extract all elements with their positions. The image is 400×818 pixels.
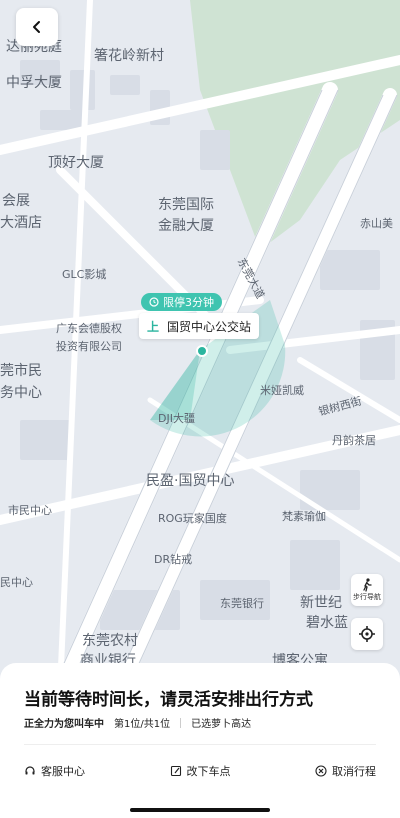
separator xyxy=(24,744,376,745)
map-label: 新世纪 xyxy=(300,595,342,611)
dispatch-status: 正全力为您叫车中 xyxy=(24,719,104,730)
back-button[interactable] xyxy=(16,8,58,46)
pickup-pin xyxy=(196,345,208,357)
dispatch-status-row: 正全力为您叫车中 第1位/共1位 已选萝卜高达 xyxy=(24,715,251,730)
map-label: 中孚大厦 xyxy=(6,75,62,91)
wait-limit-text: 限停3分钟 xyxy=(163,296,214,309)
cancel-icon xyxy=(315,765,327,777)
change-pickup-button[interactable]: 改下车点 xyxy=(170,763,231,779)
map-label: DR钻戒 xyxy=(154,553,193,566)
map-label: 梵素瑜伽 xyxy=(282,510,326,523)
map-label: 顶好大厦 xyxy=(48,155,104,171)
map-label: 箸花岭新村 xyxy=(94,48,164,64)
home-indicator xyxy=(130,808,270,812)
map-label: ROG玩家国度 xyxy=(158,512,227,525)
map-label: 大酒店 xyxy=(0,215,42,231)
map-label: DJI大疆 xyxy=(158,412,195,425)
queue-position: 第1位/共1位 xyxy=(114,719,171,730)
map-label: 碧水蓝 xyxy=(306,615,348,631)
map-label: 莞市民 xyxy=(0,363,42,379)
pickup-point-card[interactable]: 上 国贸中心公交站 xyxy=(139,313,260,339)
map-label: 金融大厦 xyxy=(158,218,214,234)
clock-icon xyxy=(149,297,159,307)
locate-icon xyxy=(359,626,375,642)
map-label: 东莞农村 xyxy=(82,633,138,649)
map-label: 务中心 xyxy=(0,385,42,401)
selected-vehicle: 已选萝卜高达 xyxy=(191,719,252,730)
map-label: 会展 xyxy=(2,193,30,209)
map-label: 东莞国际 xyxy=(158,197,214,213)
divider xyxy=(180,717,182,728)
map-label: 丹韵茶居 xyxy=(332,434,376,447)
cancel-trip-button[interactable]: 取消行程 xyxy=(315,763,376,779)
wait-notice-title: 当前等待时间长，请灵活安排出行方式 xyxy=(24,690,313,710)
wait-limit-badge: 限停3分钟 xyxy=(141,293,222,311)
map-label: 市民中心 xyxy=(8,504,52,517)
map-label: 民中心 xyxy=(0,576,33,589)
map-label: 民盈·国贸中心 xyxy=(146,473,235,489)
cancel-trip-label: 取消行程 xyxy=(332,765,376,778)
headset-icon xyxy=(25,766,35,775)
edit-icon xyxy=(170,765,181,777)
map-label: 赤山美 xyxy=(360,217,393,230)
map-label: 广东会德股权 xyxy=(56,322,122,335)
locate-button[interactable] xyxy=(351,618,383,650)
action-bar: 客服中心 改下车点 取消行程 xyxy=(24,763,376,779)
change-pickup-label: 改下车点 xyxy=(186,765,231,778)
pickup-point-name: 国贸中心公交站 xyxy=(167,319,252,334)
map-label: 投资有限公司 xyxy=(56,340,122,353)
walk-icon xyxy=(363,578,372,592)
walk-navigation-label: 步行导航 xyxy=(353,593,381,601)
pickup-tag: 上 xyxy=(147,319,160,334)
map-label: 东莞银行 xyxy=(220,597,264,610)
walk-navigation-button[interactable]: 步行导航 xyxy=(351,574,383,606)
customer-service-label: 客服中心 xyxy=(41,765,85,778)
customer-service-button[interactable]: 客服中心 xyxy=(24,763,85,779)
back-arrow-icon xyxy=(33,21,40,33)
trip-status-sheet: 当前等待时间长，请灵活安排出行方式 正全力为您叫车中 第1位/共1位 已选萝卜高… xyxy=(0,663,400,818)
map-label: GLC影城 xyxy=(62,268,107,281)
map-label: 米娅凯威 xyxy=(260,384,304,397)
map-view[interactable]: 达丽苑庭 箸花岭新村 中孚大厦 顶好大厦 东莞国际 金融大厦 会展 大酒店 赤山… xyxy=(0,0,400,690)
